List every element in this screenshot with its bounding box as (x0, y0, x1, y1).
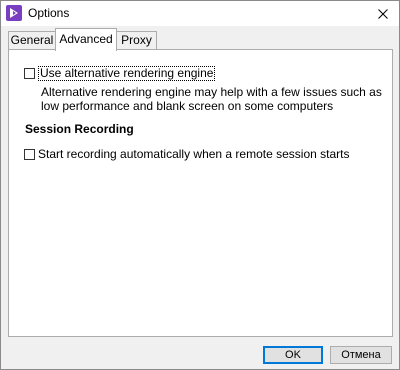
auto-record-option[interactable]: Start recording automatically when a rem… (24, 147, 349, 161)
session-recording-heading: Session Recording (25, 122, 134, 136)
cancel-button[interactable]: Отмена (330, 346, 392, 364)
auto-record-label[interactable]: Start recording automatically when a rem… (38, 147, 349, 161)
close-icon (378, 8, 388, 19)
app-logo-icon (6, 5, 22, 21)
advanced-tab-panel: Use alternative rendering engine Alterna… (8, 49, 393, 337)
ok-button[interactable]: OK (263, 346, 323, 364)
alt-rendering-description: Alternative rendering engine may help wi… (41, 85, 382, 113)
close-button[interactable] (367, 1, 399, 26)
alt-rendering-label[interactable]: Use alternative rendering engine (38, 66, 216, 81)
alt-rendering-checkbox[interactable] (24, 68, 35, 79)
window-title: Options (28, 6, 70, 20)
options-dialog: Options General Advanced Proxy Use alter… (0, 0, 400, 370)
title-bar[interactable]: Options (1, 1, 399, 26)
tab-advanced[interactable]: Advanced (55, 28, 117, 51)
alt-rendering-option[interactable]: Use alternative rendering engine (24, 66, 216, 81)
tab-general[interactable]: General (8, 31, 56, 50)
auto-record-checkbox[interactable] (24, 148, 35, 160)
tab-proxy[interactable]: Proxy (116, 31, 157, 50)
